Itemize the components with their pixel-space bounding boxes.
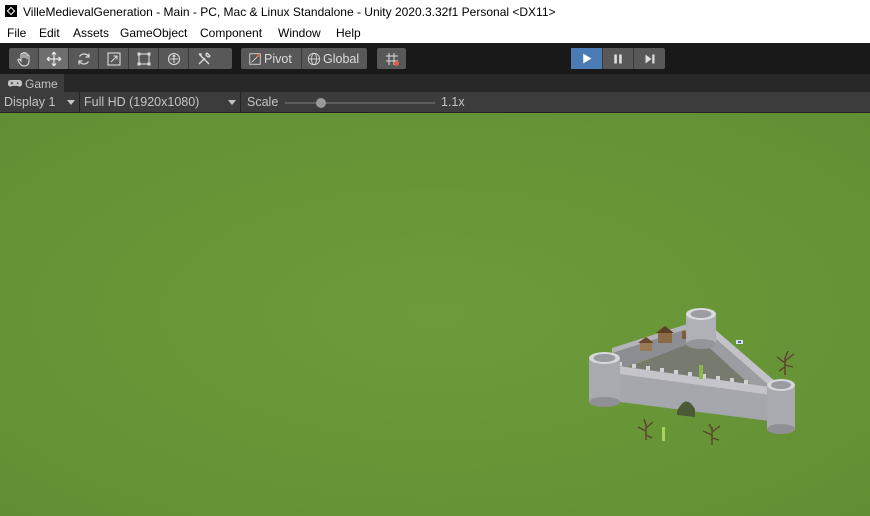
step-button[interactable] xyxy=(633,48,665,69)
play-button[interactable] xyxy=(571,48,602,69)
scale-tool-button[interactable] xyxy=(99,48,129,69)
game-view-toolbar: Display 1 Full HD (1920x1080) Scale 1.1x xyxy=(0,92,870,113)
rect-icon xyxy=(137,52,150,65)
game-viewport[interactable] xyxy=(0,113,870,516)
move-tool-button[interactable] xyxy=(39,48,69,69)
display-value: Display 1 xyxy=(4,95,56,109)
scale-slider-track[interactable] xyxy=(285,102,435,104)
gamepad-icon xyxy=(8,80,22,87)
unity-logo-icon xyxy=(5,5,17,17)
bush xyxy=(662,427,665,441)
hand-icon xyxy=(16,51,30,67)
rect-tool-button[interactable] xyxy=(129,48,159,69)
pivot-toggle[interactable]: Pivot xyxy=(241,48,302,69)
title-bar: VilleMedievalGeneration - Main - PC, Mac… xyxy=(0,0,870,23)
hand-tool-button[interactable] xyxy=(9,48,39,69)
pivot-icon xyxy=(249,52,261,65)
menu-bar: File Edit Assets GameObject Component Wi… xyxy=(0,23,870,43)
grass-ground xyxy=(0,113,870,516)
transform-tools xyxy=(9,48,232,69)
custom-tools-button[interactable] xyxy=(189,48,219,69)
scale-icon xyxy=(106,51,121,66)
rotate-icon xyxy=(77,52,90,65)
play-icon xyxy=(583,53,592,64)
pivot-label: Pivot xyxy=(264,51,292,66)
menu-gameobject[interactable]: GameObject xyxy=(120,26,187,40)
game-render xyxy=(0,113,870,516)
menu-edit[interactable]: Edit xyxy=(39,26,60,40)
pivot-global-group: Pivot Global xyxy=(241,48,367,69)
tab-game-label: Game xyxy=(25,76,58,91)
global-toggle[interactable]: Global xyxy=(302,48,367,69)
resolution-dropdown[interactable]: Full HD (1920x1080) xyxy=(80,92,241,112)
menu-assets[interactable]: Assets xyxy=(73,26,109,40)
scale-slider-thumb[interactable] xyxy=(316,98,326,108)
rotate-tool-button[interactable] xyxy=(69,48,99,69)
tab-strip: Game xyxy=(0,73,870,93)
transform-icon xyxy=(167,52,180,65)
menu-file[interactable]: File xyxy=(7,26,26,40)
chevron-down-icon xyxy=(228,100,236,105)
menu-window[interactable]: Window xyxy=(278,26,321,40)
flag xyxy=(736,340,743,344)
step-icon xyxy=(645,54,654,63)
pause-icon xyxy=(614,54,622,63)
main-toolbar: Pivot Global xyxy=(0,43,870,73)
menu-component[interactable]: Component xyxy=(200,26,262,40)
globe-icon xyxy=(307,52,321,65)
scale-label: Scale xyxy=(247,95,279,109)
global-label: Global xyxy=(323,51,360,66)
playback-controls xyxy=(571,48,665,69)
display-dropdown[interactable]: Display 1 xyxy=(0,92,80,112)
transform-tool-button[interactable] xyxy=(159,48,189,69)
scale-value: 1.1x xyxy=(441,95,465,109)
pause-button[interactable] xyxy=(602,48,633,69)
window-title: VilleMedievalGeneration - Main - PC, Mac… xyxy=(23,5,556,19)
tab-game[interactable]: Game xyxy=(0,74,64,93)
move-icon xyxy=(46,51,61,66)
menu-help[interactable]: Help xyxy=(336,26,361,40)
grid-snap-icon xyxy=(385,52,399,66)
resolution-value: Full HD (1920x1080) xyxy=(84,95,200,109)
grid-snap-cell xyxy=(377,48,406,69)
chevron-down-icon xyxy=(67,100,75,105)
grid-snap-button[interactable] xyxy=(377,48,406,69)
custom-tools-icon xyxy=(198,51,211,64)
